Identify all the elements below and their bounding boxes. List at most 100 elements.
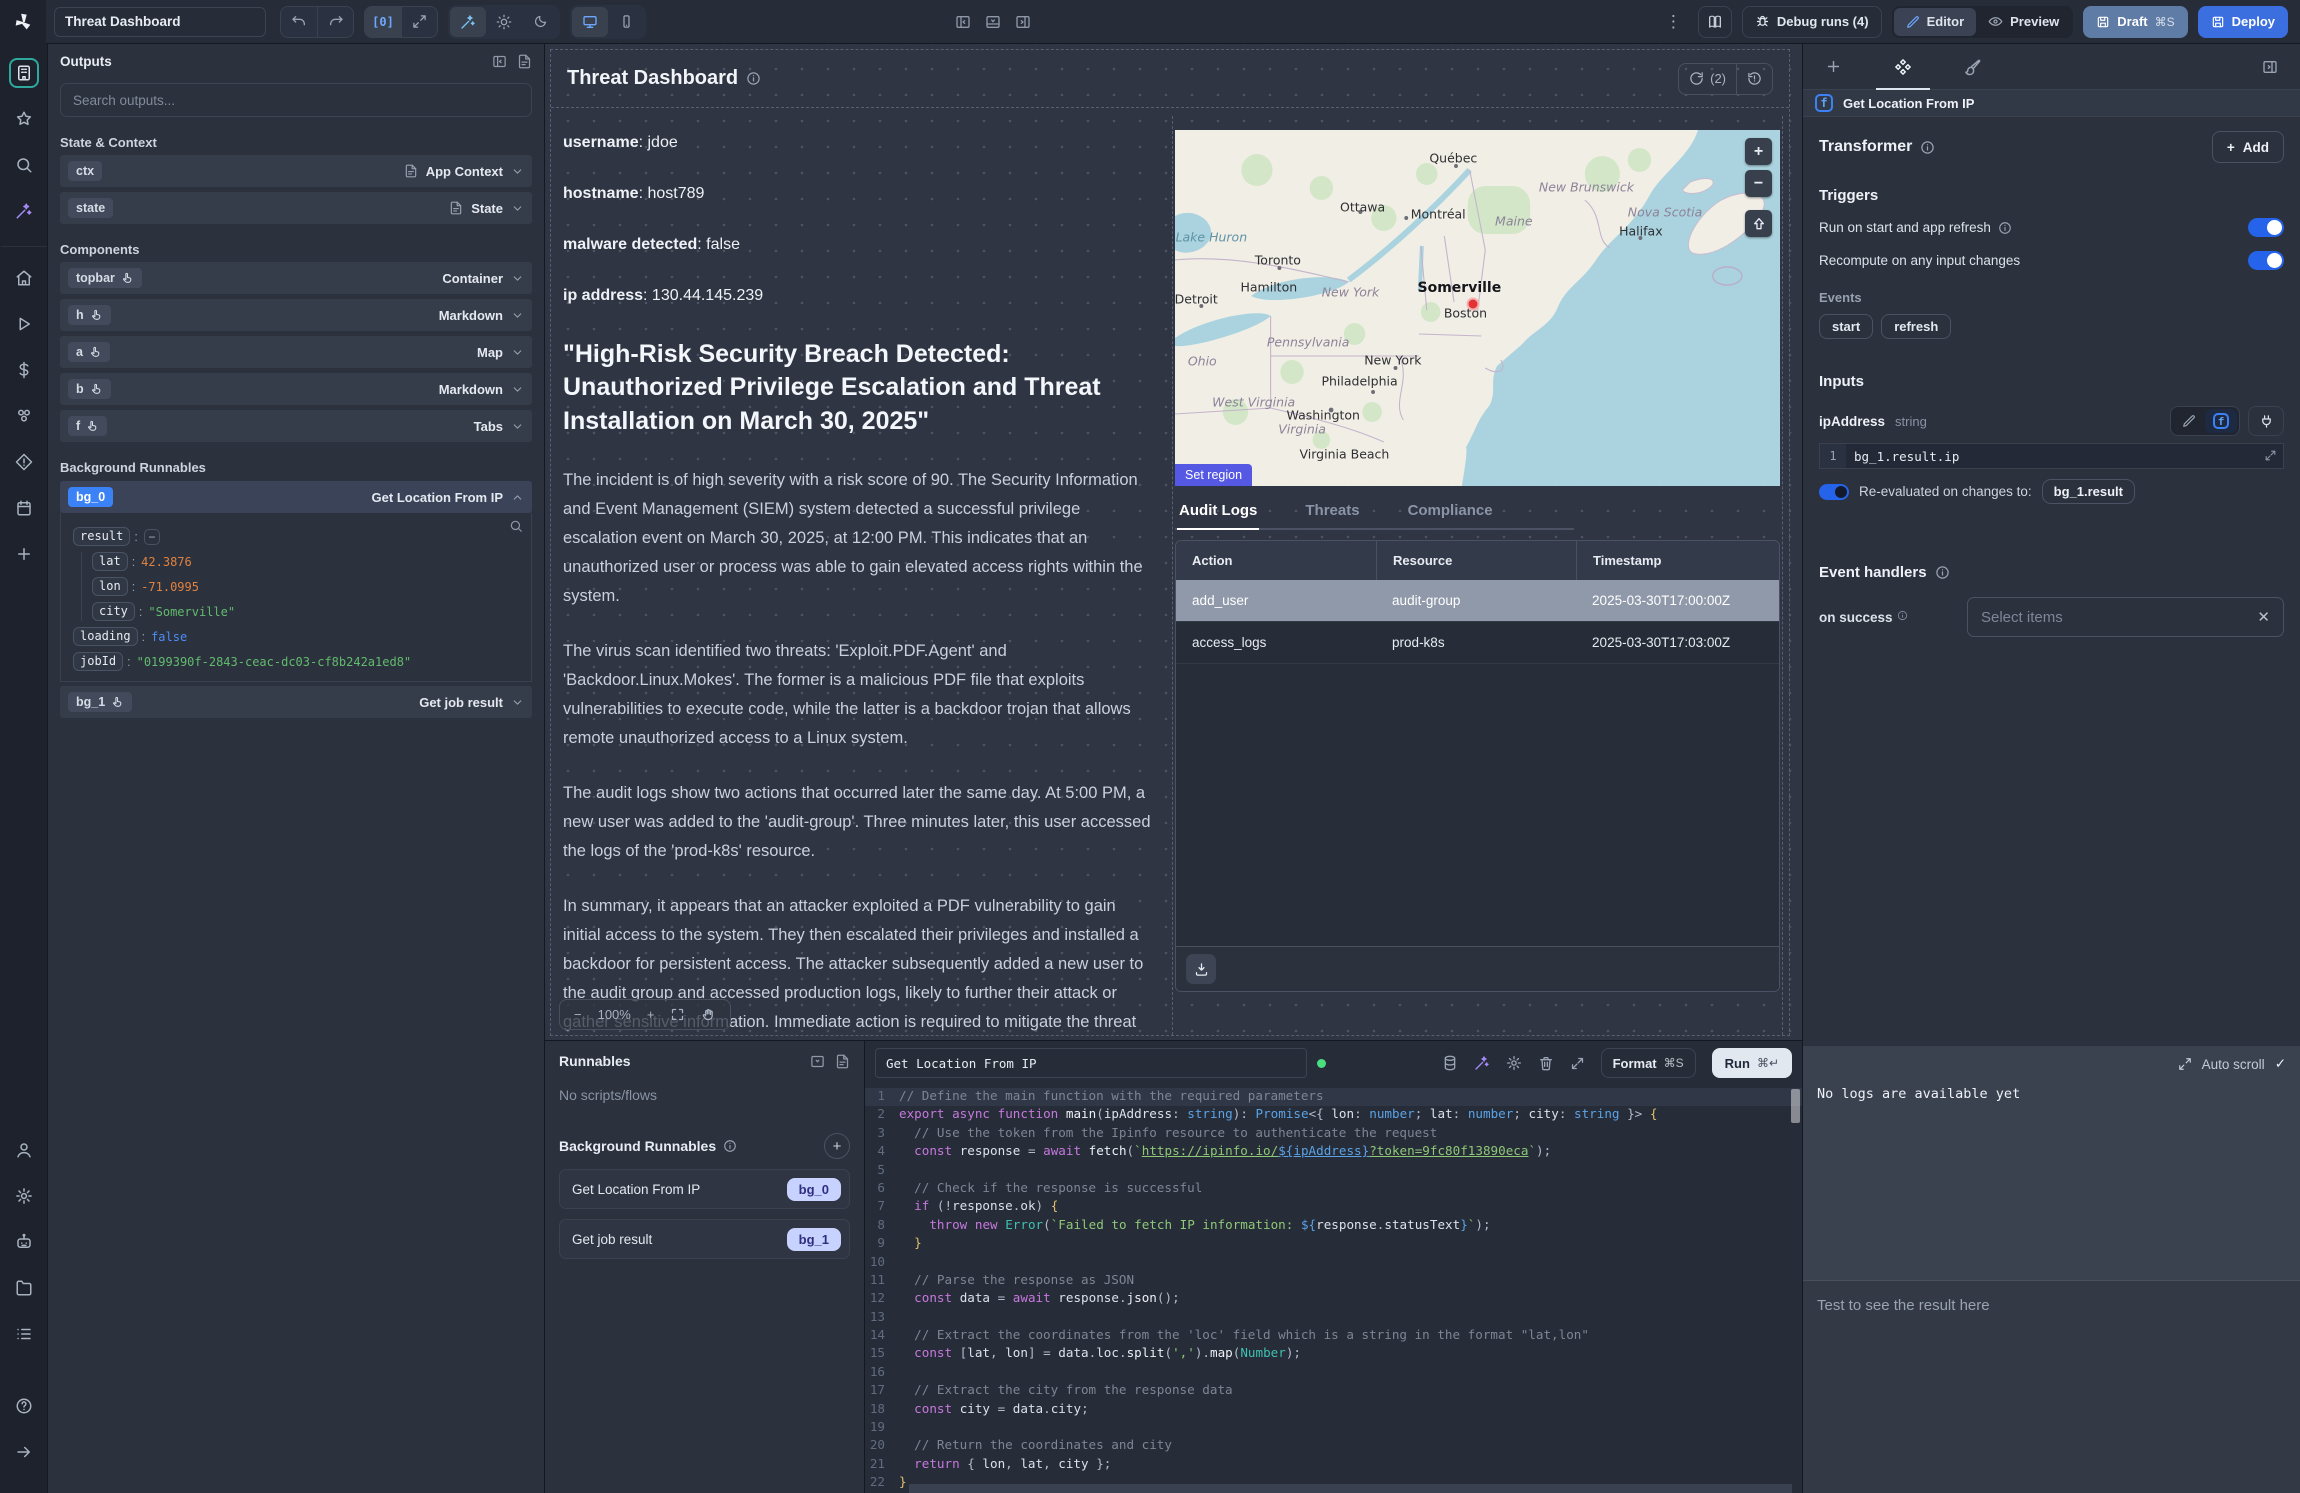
debug-runs-button[interactable]: Debug runs (4): [1742, 6, 1882, 38]
code-line[interactable]: 16: [865, 1364, 1802, 1382]
code-line[interactable]: 10: [865, 1254, 1802, 1272]
code-line[interactable]: 2export async function main(ipAddress: s…: [865, 1106, 1802, 1124]
schedules-icon[interactable]: [9, 493, 39, 523]
undo-button[interactable]: [281, 7, 317, 37]
runnable-item-bg0[interactable]: Get Location From IP bg_0: [559, 1169, 850, 1209]
refresh-app-button[interactable]: (2): [1679, 64, 1736, 94]
expand-expression-icon[interactable]: [2264, 449, 2277, 462]
code-line[interactable]: 5: [865, 1162, 1802, 1180]
map-locate-button[interactable]: [1745, 210, 1772, 237]
toggle-right-panel-icon[interactable]: [1015, 14, 1031, 30]
bot-icon[interactable]: [9, 1227, 39, 1257]
add-transformer-button[interactable]: +Add: [2212, 131, 2284, 163]
code-line[interactable]: 18 const city = data.city;: [865, 1401, 1802, 1419]
output-row-b[interactable]: b Markdown: [60, 373, 532, 405]
audit-logs-icon[interactable]: [9, 1319, 39, 1349]
code-line[interactable]: 11 // Parse the response as JSON: [865, 1272, 1802, 1290]
code-line[interactable]: 1// Define the main function with the re…: [865, 1088, 1802, 1106]
tab-audit-logs[interactable]: Audit Logs: [1177, 494, 1259, 530]
code-line[interactable]: 19: [865, 1419, 1802, 1437]
code-line[interactable]: 21 return { lon, lat, city };: [865, 1456, 1802, 1474]
map-zoom-out-button[interactable]: −: [1745, 170, 1772, 197]
static-mode-button[interactable]: [2173, 409, 2205, 433]
ai-edit-icon[interactable]: [1474, 1055, 1490, 1071]
output-row-ctx[interactable]: ctx App Context: [60, 155, 532, 187]
code-area[interactable]: 1// Define the main function with the re…: [865, 1085, 1802, 1493]
map-component[interactable]: QuébecOttawaMontréalNew BrunswickNova Sc…: [1175, 130, 1780, 486]
docs-button[interactable]: [1698, 6, 1732, 38]
map-zoom-in-button[interactable]: +: [1745, 138, 1772, 165]
code-line[interactable]: 20 // Return the coordinates and city: [865, 1437, 1802, 1455]
code-line[interactable]: 15 const [lat, lon] = data.loc.split(','…: [865, 1345, 1802, 1363]
runnables-doc-icon[interactable]: [835, 1054, 850, 1069]
app-editor-icon[interactable]: [9, 58, 39, 88]
user-icon[interactable]: [9, 1135, 39, 1165]
clear-select-icon[interactable]: ✕: [2257, 608, 2270, 626]
json-search-icon[interactable]: [509, 519, 523, 533]
markdown-column[interactable]: usernamejdoe hostnamehost789 malware det…: [559, 116, 1162, 1035]
collapse-right-panel-icon[interactable]: [2262, 59, 2278, 75]
code-line[interactable]: 6 // Check if the response is successful: [865, 1180, 1802, 1198]
folders-icon[interactable]: [9, 1273, 39, 1303]
help-icon[interactable]: [9, 1391, 39, 1421]
output-row-bg1[interactable]: bg_1 Get job result: [60, 686, 532, 718]
editor-settings-icon[interactable]: [1506, 1055, 1522, 1071]
insert-component-tab[interactable]: [1825, 44, 1842, 90]
history-button[interactable]: [1736, 64, 1772, 94]
component-settings-tab[interactable]: [1894, 44, 1912, 90]
redo-button[interactable]: [317, 7, 353, 37]
recompute-toggle[interactable]: [2248, 251, 2284, 270]
collapse-node-button[interactable]: −: [144, 529, 160, 545]
app-title-input[interactable]: Threat Dashboard: [54, 7, 266, 37]
dark-theme-button[interactable]: [522, 7, 558, 37]
reevaluate-toggle[interactable]: [1819, 484, 1849, 500]
table-row[interactable]: add_user audit-group 2025-03-30T17:00:00…: [1176, 580, 1779, 622]
collapse-panel-icon[interactable]: [492, 54, 507, 69]
outputs-doc-icon[interactable]: [517, 54, 532, 69]
ai-assistant-icon[interactable]: [9, 196, 39, 226]
on-success-select[interactable]: Select items ✕: [1967, 597, 2284, 637]
favorites-star-icon[interactable]: [9, 104, 39, 134]
code-line[interactable]: 12 const data = await response.json();: [865, 1290, 1802, 1308]
error-handler-icon[interactable]: [9, 447, 39, 477]
code-line[interactable]: 17 // Extract the city from the response…: [865, 1382, 1802, 1400]
code-line[interactable]: 4 const response = await fetch(`https://…: [865, 1143, 1802, 1161]
connect-input-button[interactable]: [2248, 406, 2284, 436]
tab-threats[interactable]: Threats: [1303, 494, 1361, 530]
code-line[interactable]: 14 // Extract the coordinates from the '…: [865, 1327, 1802, 1345]
delete-script-icon[interactable]: [1538, 1055, 1554, 1071]
event-chip-start[interactable]: start: [1819, 314, 1873, 339]
table-row[interactable]: access_logs prod-k8s 2025-03-30T17:03:00…: [1176, 622, 1779, 664]
tab-compliance[interactable]: Compliance: [1406, 494, 1495, 530]
fit-view-button[interactable]: [670, 1007, 685, 1022]
run-button[interactable]: Run⌘↵: [1712, 1048, 1792, 1078]
format-button[interactable]: Format⌘S: [1601, 1048, 1696, 1078]
autoscroll-checkbox[interactable]: ✓: [2275, 1056, 2286, 1072]
resources-icon[interactable]: [9, 401, 39, 431]
editor-vertical-scrollbar[interactable]: [1791, 1089, 1800, 1123]
toggle-left-panel-icon[interactable]: [955, 14, 971, 30]
expression-editor[interactable]: 1 bg_1.result.ip: [1819, 443, 2284, 469]
runs-icon[interactable]: [9, 309, 39, 339]
expression-mode-button[interactable]: f: [2205, 409, 2237, 433]
windmill-logo[interactable]: [0, 0, 46, 44]
search-outputs-input[interactable]: Search outputs...: [60, 83, 532, 117]
app-canvas[interactable]: Threat Dashboard (2) usernamejdoe hostna…: [545, 44, 1802, 1040]
desktop-view-button[interactable]: [572, 7, 608, 37]
collapse-bottom-icon[interactable]: [810, 1054, 825, 1069]
output-row-bg0[interactable]: bg_0 Get Location From IP: [60, 481, 532, 513]
more-menu-button[interactable]: ⋮: [1659, 12, 1688, 32]
mobile-view-button[interactable]: [608, 7, 644, 37]
output-row-topbar[interactable]: topbar Container: [60, 262, 532, 294]
preview-tab[interactable]: Preview: [1976, 8, 2071, 36]
resource-db-icon[interactable]: [1442, 1055, 1458, 1071]
code-line[interactable]: 7 if (!response.ok) {: [865, 1198, 1802, 1216]
fullscreen-button[interactable]: [401, 7, 437, 37]
pan-tool-button[interactable]: [701, 1007, 716, 1022]
editor-tab[interactable]: Editor: [1894, 8, 1977, 36]
code-view-button[interactable]: [0]: [365, 7, 401, 37]
output-row-state[interactable]: state State: [60, 192, 532, 224]
output-row-h[interactable]: h Markdown: [60, 299, 532, 331]
run-on-start-toggle[interactable]: [2248, 218, 2284, 237]
app-topbar-component[interactable]: Threat Dashboard (2): [551, 50, 1789, 108]
